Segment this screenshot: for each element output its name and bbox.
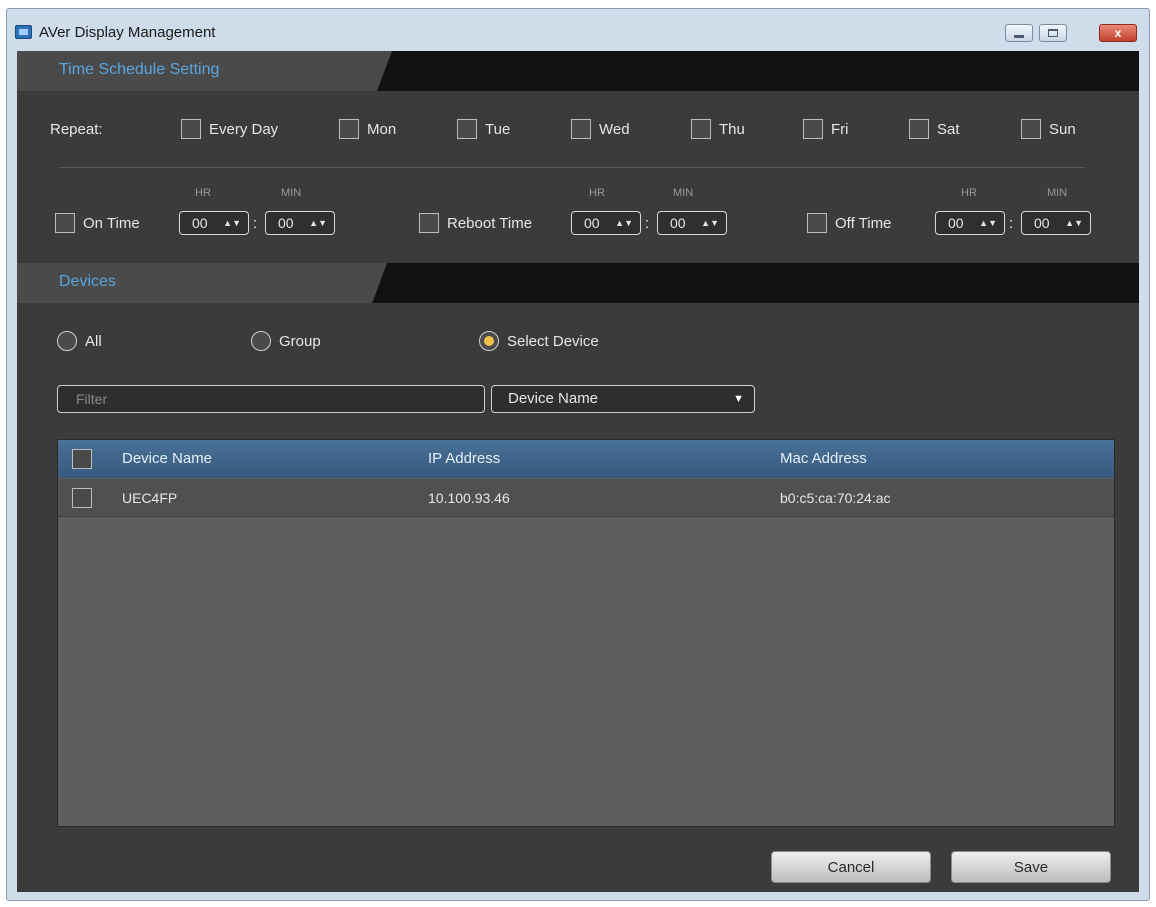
close-button[interactable]: x bbox=[1099, 24, 1137, 42]
spin-arrows-icon: ▲▼ bbox=[1065, 218, 1083, 228]
sat-label: Sat bbox=[937, 121, 960, 138]
reboot-time-min-label: MIN bbox=[673, 187, 694, 199]
app-window: AVer Display Management x Time Schedule … bbox=[6, 8, 1150, 901]
off-time-minute-stepper[interactable]: 00 ▲▼ bbox=[1021, 211, 1091, 235]
on-time-min-label: MIN bbox=[281, 187, 302, 199]
title-bar[interactable]: AVer Display Management x bbox=[7, 9, 1149, 51]
reboot-time-minute-stepper[interactable]: 00 ▲▼ bbox=[657, 211, 727, 235]
fri-label: Fri bbox=[831, 121, 849, 138]
checkbox-reboot-time[interactable] bbox=[419, 213, 439, 233]
cancel-button[interactable]: Cancel bbox=[771, 851, 931, 883]
column-device-name[interactable]: Device Name bbox=[122, 450, 212, 467]
mon-label: Mon bbox=[367, 121, 397, 138]
on-time-hr-label: HR bbox=[195, 187, 211, 199]
off-time-hr-label: HR bbox=[961, 187, 977, 199]
minimize-button[interactable] bbox=[1005, 24, 1033, 42]
maximize-button[interactable] bbox=[1039, 24, 1067, 42]
checkbox-mon[interactable] bbox=[339, 119, 359, 139]
maximize-icon bbox=[1048, 29, 1058, 37]
radio-all-label: All bbox=[85, 333, 102, 350]
app-logo-icon bbox=[15, 25, 32, 39]
row-checkbox[interactable] bbox=[72, 488, 92, 508]
repeat-label: Repeat: bbox=[50, 121, 103, 138]
filter-field-select[interactable]: Device Name ▼ bbox=[491, 385, 755, 413]
off-time-min-label: MIN bbox=[1047, 187, 1068, 199]
dialog-body: Time Schedule Setting Repeat: Every Day … bbox=[17, 51, 1139, 892]
checkbox-fri[interactable] bbox=[803, 119, 823, 139]
on-time-hour-value: 00 bbox=[192, 215, 208, 231]
device-table: Device Name IP Address Mac Address UEC4F… bbox=[57, 439, 1115, 827]
off-time-minute-value: 00 bbox=[1034, 215, 1050, 231]
table-header: Device Name IP Address Mac Address bbox=[58, 440, 1114, 478]
row-mac-address: b0:c5:ca:70:24:ac bbox=[780, 490, 891, 506]
select-all-checkbox[interactable] bbox=[72, 449, 92, 469]
tue-label: Tue bbox=[485, 121, 511, 138]
on-time-hour-stepper[interactable]: 00 ▲▼ bbox=[179, 211, 249, 235]
checkbox-wed[interactable] bbox=[571, 119, 591, 139]
reboot-time-hr-label: HR bbox=[589, 187, 605, 199]
time-colon: : bbox=[253, 215, 258, 232]
checkbox-tue[interactable] bbox=[457, 119, 477, 139]
save-button[interactable]: Save bbox=[951, 851, 1111, 883]
radio-select-device[interactable] bbox=[479, 331, 499, 351]
checkbox-thu[interactable] bbox=[691, 119, 711, 139]
off-time-hour-value: 00 bbox=[948, 215, 964, 231]
close-icon: x bbox=[1114, 26, 1122, 40]
reboot-time-minute-value: 00 bbox=[670, 215, 686, 231]
checkbox-sun[interactable] bbox=[1021, 119, 1041, 139]
table-row[interactable]: UEC4FP 10.100.93.46 b0:c5:ca:70:24:ac bbox=[58, 479, 1114, 517]
thu-label: Thu bbox=[719, 121, 745, 138]
reboot-time-label: Reboot Time bbox=[447, 215, 533, 232]
on-time-label: On Time bbox=[83, 215, 140, 232]
schedule-section-title: Time Schedule Setting bbox=[59, 61, 220, 78]
checkbox-sat[interactable] bbox=[909, 119, 929, 139]
wed-label: Wed bbox=[599, 121, 630, 138]
devices-section-title: Devices bbox=[59, 273, 116, 290]
spin-arrows-icon: ▲▼ bbox=[701, 218, 719, 228]
minimize-icon bbox=[1014, 34, 1024, 38]
column-ip-address[interactable]: IP Address bbox=[428, 450, 500, 467]
filter-field-value: Device Name bbox=[508, 390, 599, 407]
time-colon: : bbox=[1009, 215, 1014, 232]
reboot-time-hour-value: 00 bbox=[584, 215, 600, 231]
row-ip-address: 10.100.93.46 bbox=[428, 490, 510, 506]
radio-group-label: Group bbox=[279, 333, 321, 350]
devices-section-header: Devices bbox=[17, 263, 1139, 303]
spin-arrows-icon: ▲▼ bbox=[615, 218, 633, 228]
spin-arrows-icon: ▲▼ bbox=[223, 218, 241, 228]
spin-arrows-icon: ▲▼ bbox=[309, 218, 327, 228]
row-device-name: UEC4FP bbox=[122, 490, 178, 506]
filter-input[interactable] bbox=[57, 385, 485, 413]
on-time-minute-value: 00 bbox=[278, 215, 294, 231]
reboot-time-hour-stepper[interactable]: 00 ▲▼ bbox=[571, 211, 641, 235]
checkbox-on-time[interactable] bbox=[55, 213, 75, 233]
on-time-minute-stepper[interactable]: 00 ▲▼ bbox=[265, 211, 335, 235]
radio-select-device-label: Select Device bbox=[507, 333, 599, 350]
sun-label: Sun bbox=[1049, 121, 1076, 138]
radio-all[interactable] bbox=[57, 331, 77, 351]
checkbox-every-day[interactable] bbox=[181, 119, 201, 139]
off-time-label: Off Time bbox=[835, 215, 892, 232]
spin-arrows-icon: ▲▼ bbox=[979, 218, 997, 228]
checkbox-off-time[interactable] bbox=[807, 213, 827, 233]
every-day-label: Every Day bbox=[209, 121, 279, 138]
off-time-hour-stepper[interactable]: 00 ▲▼ bbox=[935, 211, 1005, 235]
schedule-section-header: Time Schedule Setting bbox=[17, 51, 1139, 91]
dropdown-arrow-icon: ▼ bbox=[733, 393, 744, 405]
time-colon: : bbox=[645, 215, 650, 232]
radio-group[interactable] bbox=[251, 331, 271, 351]
schedule-divider bbox=[59, 167, 1085, 168]
window-title: AVer Display Management bbox=[39, 24, 216, 41]
column-mac-address[interactable]: Mac Address bbox=[780, 450, 867, 467]
